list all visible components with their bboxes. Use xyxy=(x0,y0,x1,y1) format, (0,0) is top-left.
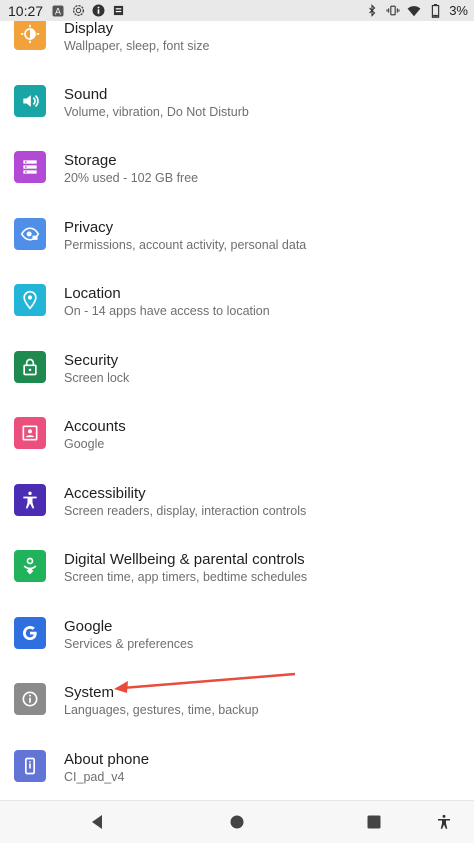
settings-item-location[interactable]: Location On - 14 apps have access to loc… xyxy=(0,279,474,345)
annotation-arrow xyxy=(114,672,296,693)
status-bar: 10:27 A 3% xyxy=(0,0,474,21)
settings-item-subtitle: Screen readers, display, interaction con… xyxy=(64,504,307,518)
info-icon xyxy=(14,683,46,715)
phone-icon xyxy=(14,750,46,782)
settings-item-title: Accounts xyxy=(64,418,126,435)
accessibility-shortcut-button[interactable] xyxy=(433,811,455,833)
info-status-icon xyxy=(91,4,105,18)
settings-item-accounts[interactable]: Accounts Google xyxy=(0,412,474,478)
lock-icon xyxy=(14,351,46,383)
settings-item-title: About phone xyxy=(64,751,150,768)
settings-item-title: System xyxy=(64,684,115,701)
settings-item-title: Location xyxy=(64,285,121,302)
recents-button[interactable] xyxy=(363,811,385,833)
settings-item-subtitle: Screen lock xyxy=(64,371,130,385)
settings-item-google[interactable]: Google Services & preferences xyxy=(0,612,474,678)
vibrate-icon xyxy=(386,4,400,18)
settings-item-display[interactable]: Display Wallpaper, sleep, font size xyxy=(0,13,474,79)
bluetooth-icon xyxy=(365,4,379,18)
battery-percentage: 3% xyxy=(449,3,468,18)
accounts-icon xyxy=(14,417,46,449)
settings-item-sound[interactable]: Sound Volume, vibration, Do Not Disturb xyxy=(0,80,474,146)
settings-item-title: Storage xyxy=(64,152,117,169)
notification-a-icon: A xyxy=(51,4,65,18)
settings-item-subtitle: 20% used - 102 GB free xyxy=(64,171,199,185)
google-icon xyxy=(14,617,46,649)
settings-gear-icon xyxy=(71,4,85,18)
settings-item-subtitle: Screen time, app timers, bedtime schedul… xyxy=(64,570,308,584)
settings-item-subtitle: Volume, vibration, Do Not Disturb xyxy=(64,105,249,119)
battery-icon xyxy=(428,3,442,18)
settings-item-title: Google xyxy=(64,618,113,635)
settings-item-title: Security xyxy=(64,352,119,369)
status-time: 10:27 xyxy=(8,2,44,19)
settings-item-title: Privacy xyxy=(64,219,114,236)
location-icon xyxy=(14,284,46,316)
svg-text:A: A xyxy=(55,7,62,17)
home-button[interactable] xyxy=(226,811,248,833)
storage-icon xyxy=(14,151,46,183)
settings-item-title: Accessibility xyxy=(64,485,146,502)
settings-item-subtitle: On - 14 apps have access to location xyxy=(64,304,270,318)
settings-item-subtitle: Languages, gestures, time, backup xyxy=(64,703,259,717)
display-icon xyxy=(14,18,46,50)
notification-square-icon xyxy=(111,4,125,18)
settings-item-accessibility[interactable]: Accessibility Screen readers, display, i… xyxy=(0,479,474,545)
settings-item-subtitle: CI_pad_v4 xyxy=(64,770,125,784)
wifi-icon xyxy=(407,4,421,18)
settings-item-security[interactable]: Security Screen lock xyxy=(0,346,474,412)
privacy-icon xyxy=(14,218,46,250)
settings-item-digital-wellbeing[interactable]: Digital Wellbeing & parental controls Sc… xyxy=(0,545,474,611)
settings-item-subtitle: Permissions, account activity, personal … xyxy=(64,238,307,252)
accessibility-icon xyxy=(14,484,46,516)
settings-item-privacy[interactable]: Privacy Permissions, account activity, p… xyxy=(0,213,474,279)
settings-item-title: Digital Wellbeing & parental controls xyxy=(64,551,305,568)
sound-icon xyxy=(14,85,46,117)
settings-item-storage[interactable]: Storage 20% used - 102 GB free xyxy=(0,146,474,212)
wellbeing-icon xyxy=(14,550,46,582)
settings-item-title: Sound xyxy=(64,86,108,103)
settings-item-subtitle: Google xyxy=(64,437,105,451)
settings-item-subtitle: Services & preferences xyxy=(64,637,194,651)
settings-item-title: Display xyxy=(64,20,114,37)
settings-item-subtitle: Wallpaper, sleep, font size xyxy=(64,39,210,53)
navigation-bar xyxy=(0,800,474,843)
back-button[interactable] xyxy=(86,811,108,833)
settings-item-about-phone[interactable]: About phone CI_pad_v4 xyxy=(0,745,474,800)
